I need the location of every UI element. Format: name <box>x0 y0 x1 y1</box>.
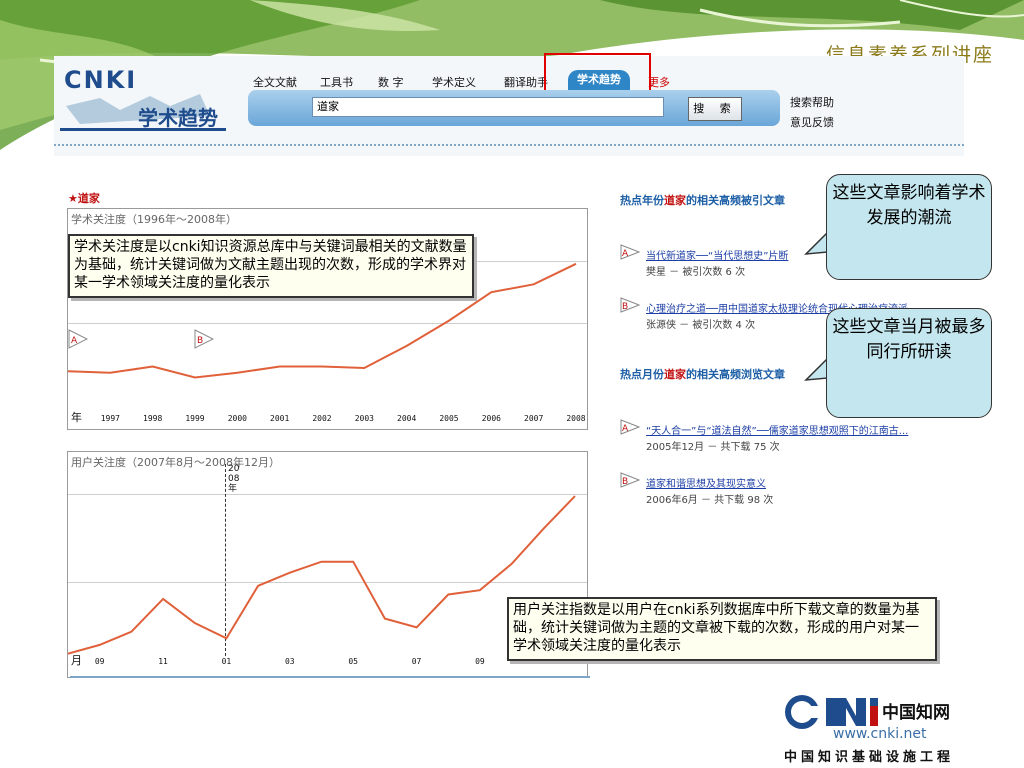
keyword-title: ★道家 <box>68 192 100 205</box>
x-tick-label: 2003 <box>354 414 374 423</box>
marker-a-label: A <box>71 336 78 346</box>
x-tick-label: 2006 <box>481 414 501 423</box>
logo-product: 学术趋势 <box>138 106 218 130</box>
cited-article-meta: 樊星 － 被引次数 6 次 <box>646 267 746 278</box>
x-tick-label: 05 <box>348 657 358 666</box>
x-tick-label: 2001 <box>270 414 290 423</box>
download-article-title[interactable]: “天人合一”与“道法自然”──儒家道家思想观照下的江南古... <box>646 422 908 437</box>
footer-url[interactable]: www.cnki.net <box>833 726 927 742</box>
x-tick-label: 2004 <box>397 414 417 423</box>
cited-badge-b-icon: B <box>620 297 640 313</box>
x-tick-label: 2008 <box>566 414 586 423</box>
download-explanation-bubble: 这些文章当月被最多同行所研读 <box>826 308 992 418</box>
cited-title-keyword: 道家 <box>664 194 686 207</box>
download-article-meta: 2006年6月 － 共下载 98 次 <box>646 495 774 506</box>
download-title-suffix: 的相关高频浏览文章 <box>686 368 785 381</box>
download-badge-a-label: A <box>622 424 629 434</box>
cited-article-title[interactable]: 当代新道家──“当代思想史”片断 <box>646 247 788 262</box>
x-tick-label: 11 <box>158 657 168 666</box>
x-tick-label: 2005 <box>439 414 459 423</box>
marker-b-label: B <box>197 336 203 346</box>
feedback-link[interactable]: 意见反馈 <box>790 114 834 130</box>
download-article-meta: 2005年12月 － 共下载 75 次 <box>646 442 780 453</box>
search-button[interactable]: 搜 索 <box>688 97 742 121</box>
cited-badge-a-label: A <box>622 249 629 259</box>
footer-slogan: 中国知识基础设施工程 <box>784 750 955 765</box>
x-tick-label: 07 <box>411 657 422 666</box>
download-title-prefix: 热点月份 <box>620 368 664 381</box>
cited-article-meta: 张源侠 － 被引次数 4 次 <box>646 320 756 331</box>
x-tick-label: 1999 <box>185 414 205 423</box>
nav-numbers[interactable]: 数 字 <box>378 74 404 90</box>
academic-attention-callout: 学术关注度是以cnki知识资源总库中与关键词最相关的文献数量为基础，统计关键词做… <box>68 234 474 298</box>
download-section-title: 热点月份道家的相关高频浏览文章 <box>620 366 785 382</box>
download-article-title[interactable]: 道家和谐思想及其现实意义 <box>646 475 766 490</box>
marker-b-icon[interactable]: B <box>194 329 214 349</box>
user-series-line <box>68 495 576 655</box>
cited-section-title: 热点年份道家的相关高频被引文章 <box>620 192 785 208</box>
x-tick-label: 1998 <box>143 414 163 423</box>
nav-definitions[interactable]: 学术定义 <box>432 74 476 90</box>
nav-translation[interactable]: 翻译助手 <box>504 74 548 90</box>
search-input[interactable] <box>312 97 664 117</box>
header-divider <box>54 144 964 146</box>
x-tick-label: 09 <box>94 657 105 666</box>
x-tick-label: 09 <box>475 657 485 666</box>
x-tick-label: 2007 <box>524 414 544 423</box>
download-badge-b-icon: B <box>620 472 640 488</box>
x-tick-label: 03 <box>284 657 295 666</box>
x-tick-label: 2002 <box>312 414 332 423</box>
academic-x-axis: 1997 1998 1999 2000 2001 2002 2003 2004 2005 2006… <box>68 414 587 428</box>
cited-explanation-bubble: 这些文章影响着学术发展的潮流 <box>826 174 992 280</box>
user-attention-callout: 用户关注指数是以用户在cnki系列数据库中所下载文章的数量为基础，统计关键词做为… <box>507 597 937 661</box>
footer-brand-cn: 中国知网 <box>882 702 950 723</box>
bottom-divider <box>70 676 590 678</box>
cited-title-prefix: 热点年份 <box>620 194 664 207</box>
download-badge-b-label: B <box>622 477 628 487</box>
cited-title-suffix: 的相关高频被引文章 <box>686 194 785 207</box>
x-tick-label: 1997 <box>100 414 120 423</box>
nav-fulltext[interactable]: 全文文献 <box>253 74 297 90</box>
marker-a-icon[interactable]: A <box>68 329 88 349</box>
cited-badge-b-label: B <box>622 302 628 312</box>
cited-badge-a-icon: A <box>620 244 640 260</box>
x-tick-label: 2000 <box>227 414 247 423</box>
nav-reference-books[interactable]: 工具书 <box>320 74 353 90</box>
search-help-link[interactable]: 搜索帮助 <box>790 94 834 110</box>
download-title-keyword: 道家 <box>664 368 686 381</box>
download-badge-a-icon: A <box>620 419 640 435</box>
logo-brand: CNKI <box>64 66 138 94</box>
x-tick-label: 01 <box>221 657 232 666</box>
nav-more[interactable]: 更多 <box>648 74 670 90</box>
